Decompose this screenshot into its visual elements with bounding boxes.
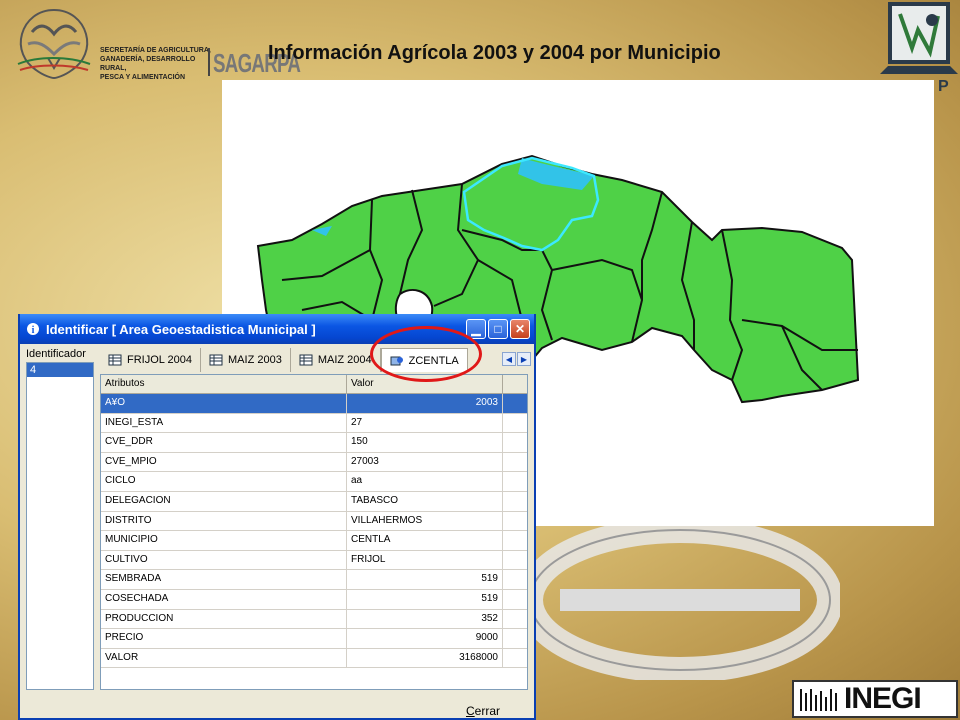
attribute-value-cell: 9000 [347,629,503,648]
attribute-value-cell: 519 [347,570,503,589]
attribute-name-cell: INEGI_ESTA [101,413,347,433]
inegi-wordmark: INEGI [844,682,922,715]
slide-title: Información Agrícola 2003 y 2004 por Mun… [268,42,721,64]
identifier-label: Identificador [26,348,86,360]
attribute-value-cell: VILLAHERMOS [347,511,503,531]
table-row[interactable]: PRODUCCION 352 [101,609,527,630]
logo-divider [208,48,210,76]
attribute-name-cell: CVE_MPIO [101,452,347,472]
column-header-attributes[interactable]: Atributos [101,375,347,393]
tab-scroll-left-icon[interactable]: ◀ [502,352,516,366]
table-icon [108,354,122,366]
red-highlight-circle [370,326,482,382]
svg-text:i: i [32,325,35,336]
table-icon [209,354,223,366]
attribute-value-cell: 352 [347,609,503,629]
table-row[interactable]: PRECIO 9000 [101,629,527,649]
tab-maiz-2003[interactable]: MAIZ 2003 [201,348,291,372]
corner-logo-letter: P [938,78,949,95]
attribute-name-cell: DELEGACION [101,491,347,511]
attribute-name-cell: CICLO [101,472,347,491]
attribute-value-cell: 150 [347,433,503,452]
table-row[interactable]: MUNICIPIO CENTLA [101,531,527,551]
tab-scroll-controls: ◀ ▶ [502,352,531,366]
table-body: A¥O 2003 INEGI_ESTA 27 CVE_DDR 150 CVE_MPIO 270… [101,394,527,669]
dialog-title: Identificar [ Area Geoestadistica Munici… [46,321,316,337]
attribute-name-cell: COSECHADA [101,589,347,609]
attribute-name-cell: CULTIVO [101,550,347,570]
identifier-item[interactable]: 4 [27,363,93,377]
sagarpa-logo: SECRETARÍA DE AGRICULTURA, GANADERÍA, DE… [8,4,301,86]
attribute-value-cell: 2003 [347,394,503,413]
attribute-name-cell: SEMBRADA [101,570,347,589]
attribute-name-cell: PRODUCCION [101,609,347,629]
table-row[interactable]: INEGI_ESTA 27 [101,413,527,434]
tab-frijol-2004[interactable]: FRIJOL 2004 [100,348,202,372]
sagarpa-department-text: SECRETARÍA DE AGRICULTURA, GANADERÍA, DE… [100,47,211,81]
attribute-value-cell: 27 [347,413,503,433]
background-ring-decoration [520,520,840,680]
attribute-value-cell: TABASCO [347,491,503,511]
attribute-name-cell: VALOR [101,648,347,668]
attribute-value-cell: aa [347,472,503,491]
table-row[interactable]: DELEGACION TABASCO [101,491,527,512]
cerrar-label: errar [474,704,501,718]
tab-label: MAIZ 2004 [317,354,372,366]
tab-scroll-right-icon[interactable]: ▶ [517,352,531,366]
attribute-value-cell: FRIJOL [347,550,503,570]
maximize-button[interactable]: □ [488,319,508,339]
attribute-name-cell: A¥O [101,394,347,413]
attribute-value-cell: 3168000 [347,648,503,668]
cerrar-button[interactable]: Cerrar [466,704,500,718]
attribute-name-cell: MUNICIPIO [101,531,347,550]
table-row[interactable]: SEMBRADA 519 [101,570,527,590]
table-row[interactable]: VALOR 3168000 [101,648,527,669]
table-row[interactable]: COSECHADA 519 [101,589,527,610]
tab-label: FRIJOL 2004 [127,354,193,366]
attribute-table[interactable]: Atributos Valor A¥O 2003 INEGI_ESTA 27 CVE_D… [100,374,528,690]
table-row[interactable]: CULTIVO FRIJOL [101,550,527,571]
inegi-bars-icon [800,689,837,711]
attribute-value-cell: 27003 [347,452,503,472]
eagle-emblem-icon [17,8,91,80]
table-header: Atributos Valor [101,375,527,394]
table-row[interactable]: A¥O 2003 [101,394,527,414]
tab-maiz-2004[interactable]: MAIZ 2004 [291,348,381,372]
attribute-value-cell: 519 [347,589,503,609]
table-row[interactable]: CVE_MPIO 27003 [101,452,527,473]
table-row[interactable]: CICLO aa [101,472,527,492]
table-row[interactable]: CVE_DDR 150 [101,433,527,453]
attribute-name-cell: CVE_DDR [101,433,347,452]
tab-label: MAIZ 2003 [228,354,282,366]
identifier-list[interactable]: 4 [26,362,94,690]
close-window-button[interactable]: ✕ [510,319,530,339]
attribute-name-cell: DISTRITO [101,511,347,531]
identify-icon: i [27,323,39,336]
table-icon [299,354,313,366]
attribute-name-cell: PRECIO [101,629,347,648]
cerrar-accel-key: C [466,704,475,718]
table-row[interactable]: DISTRITO VILLAHERMOS [101,511,527,532]
attribute-value-cell: CENTLA [347,531,503,550]
inegi-logo: INEGI [792,680,958,718]
